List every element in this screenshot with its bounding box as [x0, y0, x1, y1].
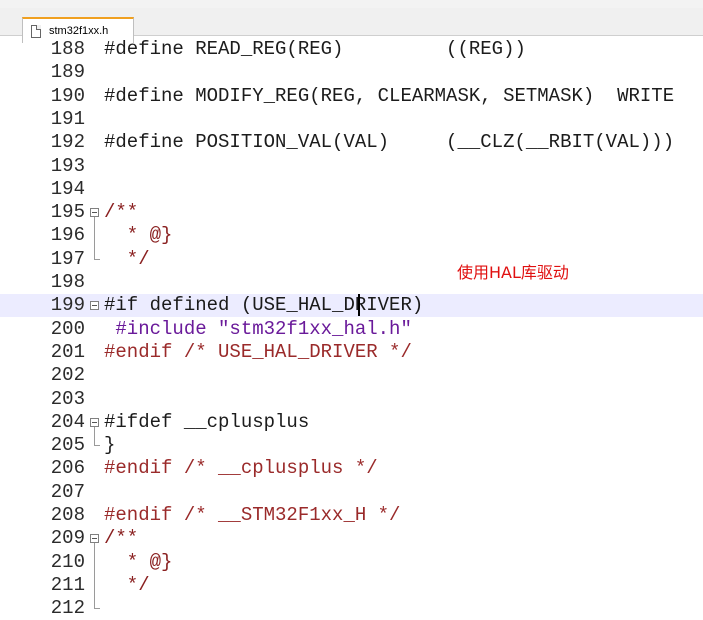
tab-bar: stm32f1xx.h — [0, 8, 703, 43]
code-line[interactable]: 190 #define MODIFY_REG(REG, CLEARMASK, SE… — [0, 85, 703, 108]
line-number: 209 — [50, 527, 85, 549]
text-cursor — [358, 294, 360, 316]
code-text: #define READ_REG(REG) ((REG)) — [104, 38, 526, 60]
code-line[interactable]: 193 — [0, 155, 703, 178]
line-number: 201 — [50, 341, 85, 363]
line-number: 199 — [50, 294, 85, 316]
fold-guide-end — [94, 259, 100, 260]
code-text: #define MODIFY_REG(REG, CLEARMASK, SETMA… — [104, 85, 675, 107]
code-line[interactable]: 210 * @} — [0, 551, 703, 574]
line-number: 195 — [50, 201, 85, 223]
line-number: 193 — [50, 155, 85, 177]
code-text: } — [104, 434, 116, 456]
code-line[interactable]: 188 #define READ_REG(REG) ((REG)) — [0, 38, 703, 61]
code-text: #if defined (USE_HAL_DRIVER) — [104, 294, 424, 316]
line-number: 207 — [50, 481, 85, 503]
line-number: 200 — [50, 318, 85, 340]
code-text: * @} — [104, 551, 173, 573]
fold-toggle-icon[interactable] — [90, 301, 99, 310]
code-line[interactable]: 211 */ — [0, 574, 703, 597]
fold-guide-end — [94, 608, 100, 609]
code-text: */ — [104, 574, 150, 596]
code-line[interactable]: 206 #endif /* __cplusplus */ — [0, 457, 703, 480]
code-line[interactable]: 198 — [0, 271, 703, 294]
code-line[interactable]: 195 /** — [0, 201, 703, 224]
line-number: 196 — [50, 224, 85, 246]
code-line[interactable]: 204 #ifdef __cplusplus — [0, 411, 703, 434]
code-line[interactable]: 203 — [0, 388, 703, 411]
fold-guide-line — [94, 543, 95, 608]
code-line[interactable]: 209 /** — [0, 527, 703, 550]
line-number: 212 — [50, 597, 85, 619]
fold-toggle-icon[interactable] — [90, 534, 99, 543]
line-number: 192 — [50, 131, 85, 153]
fold-toggle-icon[interactable] — [90, 418, 99, 427]
annotation-text: 使用HAL库驱动 — [457, 263, 569, 282]
code-line[interactable]: 197 */ — [0, 248, 703, 271]
code-text: #endif /* __cplusplus */ — [104, 457, 378, 479]
code-text: #define POSITION_VAL(VAL) (__CLZ(__RBIT(… — [104, 131, 675, 153]
code-text: /** — [104, 527, 139, 549]
code-line[interactable]: 189 — [0, 61, 703, 84]
line-number: 194 — [50, 178, 85, 200]
line-number: 211 — [50, 574, 85, 596]
line-number: 208 — [50, 504, 85, 526]
line-number: 190 — [50, 85, 85, 107]
line-number: 204 — [50, 411, 85, 433]
fold-toggle-icon[interactable] — [90, 208, 99, 217]
code-line[interactable]: 212 — [0, 597, 703, 620]
line-number: 188 — [50, 38, 85, 60]
code-line[interactable]: 201 #endif /* USE_HAL_DRIVER */ — [0, 341, 703, 364]
fold-guide-end — [94, 445, 100, 446]
line-number: 205 — [50, 434, 85, 456]
line-number: 197 — [50, 248, 85, 270]
code-line[interactable]: 200 #include "stm32f1xx_hal.h" — [0, 318, 703, 341]
line-number: 203 — [50, 388, 85, 410]
fold-guide-line — [94, 427, 95, 445]
fold-guide-line — [94, 217, 95, 259]
line-number: 210 — [50, 551, 85, 573]
line-number: 191 — [50, 108, 85, 130]
code-line[interactable]: 191 — [0, 108, 703, 131]
code-line[interactable]: 205} — [0, 434, 703, 457]
line-number: 189 — [50, 61, 85, 83]
code-text: * @} — [104, 224, 173, 246]
code-text: /** — [104, 201, 139, 223]
code-text: #ifdef __cplusplus — [104, 411, 310, 433]
code-text: #endif /* __STM32F1xx_H */ — [104, 504, 401, 526]
code-line[interactable]: 202 — [0, 364, 703, 387]
code-line[interactable]: 208 #endif /* __STM32F1xx_H */ — [0, 504, 703, 527]
code-text: */ — [104, 248, 150, 270]
code-text: #include "stm32f1xx_hal.h" — [104, 318, 412, 340]
code-line[interactable]: 192 #define POSITION_VAL(VAL) (__CLZ(__RB… — [0, 131, 703, 154]
line-number: 198 — [50, 271, 85, 293]
code-line[interactable]: 196 * @} — [0, 224, 703, 247]
line-number: 202 — [50, 364, 85, 386]
code-line[interactable]: 199 #if defined (USE_HAL_DRIVER) — [0, 294, 703, 317]
code-line[interactable]: 207 — [0, 481, 703, 504]
code-line[interactable]: 194 — [0, 178, 703, 201]
line-number: 206 — [50, 457, 85, 479]
code-text: #endif /* USE_HAL_DRIVER */ — [104, 341, 412, 363]
